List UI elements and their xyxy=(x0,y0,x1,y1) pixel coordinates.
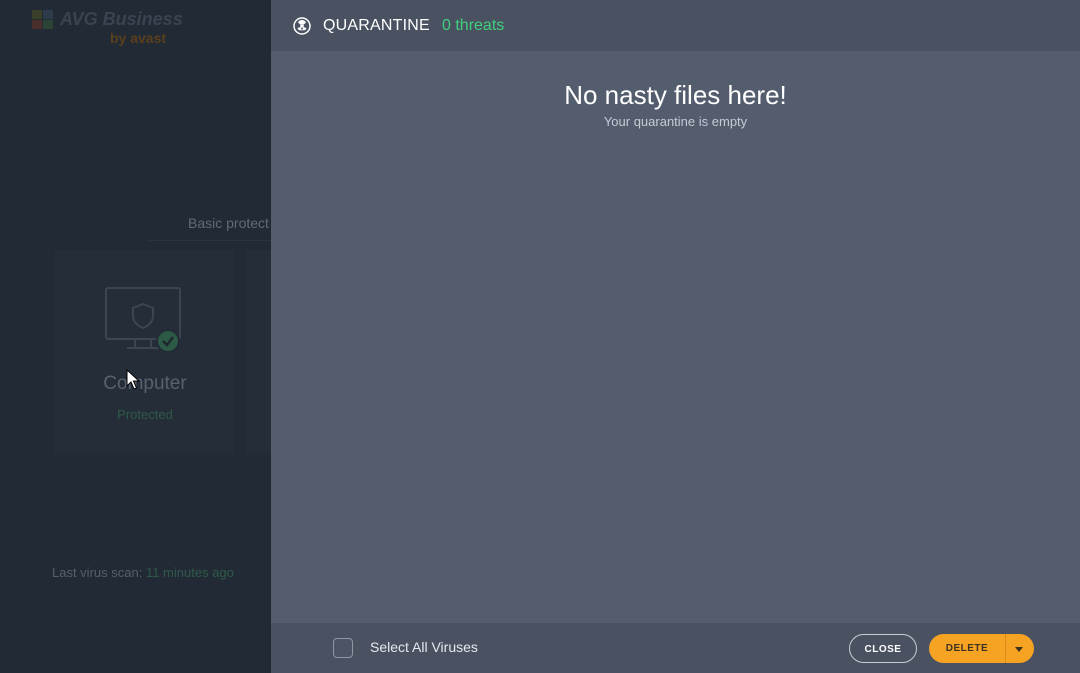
empty-state-title: No nasty files here! xyxy=(564,80,787,110)
chevron-down-icon xyxy=(1015,647,1023,652)
avg-logo-icon xyxy=(32,10,54,30)
close-button[interactable]: CLOSE xyxy=(849,634,917,663)
quarantine-footer: Select All Viruses CLOSE DELETE xyxy=(271,623,1080,673)
logo-name: AVG Business xyxy=(60,9,183,29)
select-all-label[interactable]: Select All Viruses xyxy=(370,639,478,655)
empty-state-subtitle: Your quarantine is empty xyxy=(603,114,748,129)
quarantine-title: QUARANTINE xyxy=(323,17,430,34)
computer-tile[interactable]: Computer Protected xyxy=(55,250,235,455)
section-divider xyxy=(148,240,271,241)
tile-status: Protected xyxy=(117,407,173,422)
logo-subtitle: by avast xyxy=(110,30,167,46)
quarantine-panel: QUARANTINE 0 threats No nasty files here… xyxy=(271,0,1080,673)
tile-title: Computer xyxy=(103,373,187,394)
last-scan-label: Last virus scan: xyxy=(52,565,143,580)
select-all-checkbox[interactable] xyxy=(333,638,353,658)
delete-options-dropdown[interactable] xyxy=(1006,634,1034,663)
quarantine-header: QUARANTINE 0 threats xyxy=(271,0,1080,51)
biohazard-icon xyxy=(293,17,311,35)
monitor-shield-icon xyxy=(105,287,181,353)
last-scan-info: Last virus scan: 11 minutes ago xyxy=(52,565,234,580)
delete-split-button: DELETE xyxy=(929,634,1034,663)
mouse-cursor xyxy=(126,369,140,390)
section-label: Basic protect xyxy=(188,215,269,231)
threat-count: 0 threats xyxy=(442,17,505,34)
main-window-background: AVG Business by avast Basic protect Comp… xyxy=(0,0,271,673)
last-scan-value: 11 minutes ago xyxy=(145,565,234,580)
delete-button[interactable]: DELETE xyxy=(929,634,1005,663)
second-tile[interactable] xyxy=(246,250,271,455)
